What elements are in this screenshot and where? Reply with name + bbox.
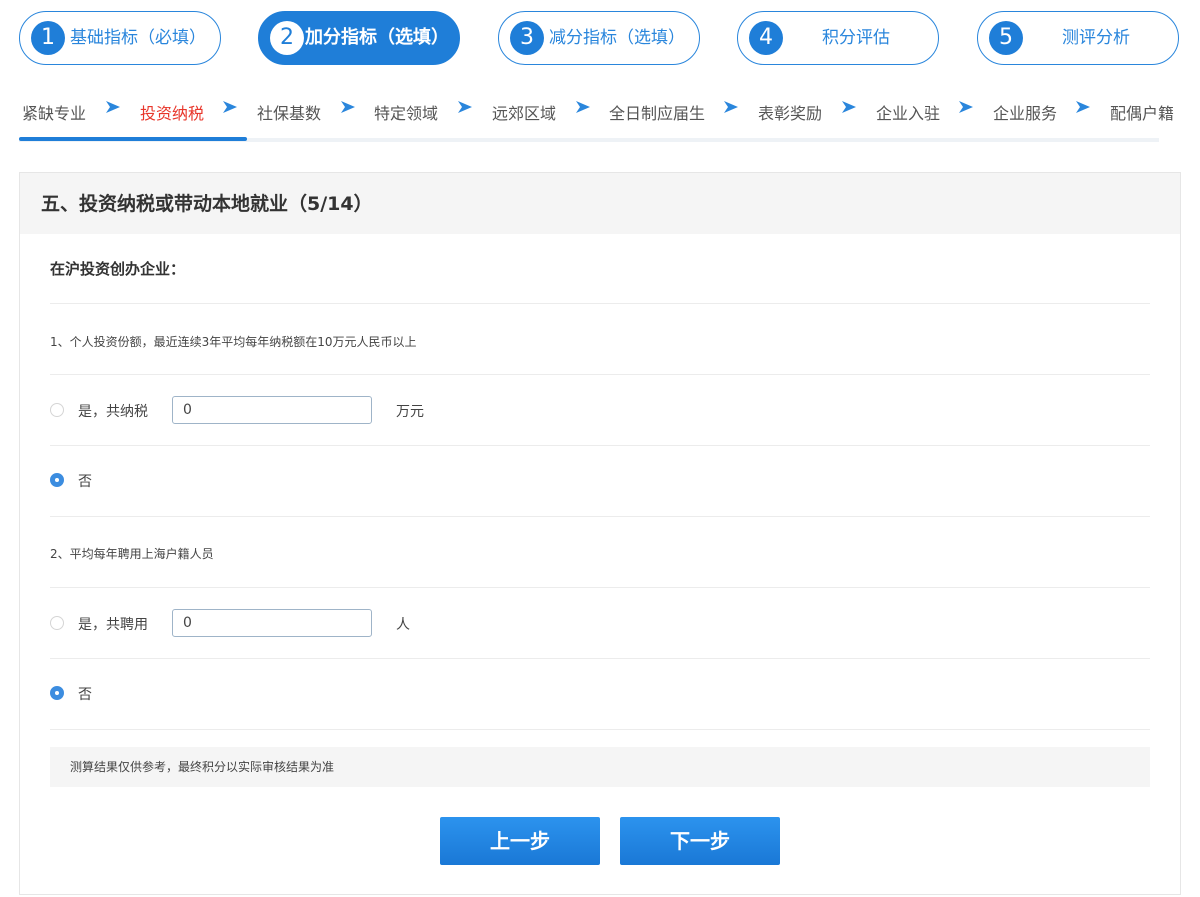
q2-unit-label: 人: [396, 617, 410, 633]
arrow-right-icon: [458, 101, 472, 113]
prev-step-button[interactable]: 上一步: [440, 817, 600, 865]
next-step-button[interactable]: 下一步: [620, 817, 780, 865]
step-label: 基础指标（必填）: [70, 28, 206, 48]
section-subtitle: 在沪投资创办企业：: [50, 260, 186, 278]
q1-unit-label: 万元: [396, 404, 424, 420]
arrow-right-icon: [1076, 101, 1090, 113]
question-1-text: 1、个人投资份额，最近连续3年平均每年纳税额在10万元人民币以上: [50, 335, 417, 349]
q2-yes-label: 是，共聘用: [78, 617, 148, 633]
divider: [50, 658, 1150, 659]
subnav-active-indicator: [19, 137, 247, 141]
q1-no-label: 否: [78, 474, 92, 490]
arrow-right-icon: [341, 101, 355, 113]
q2-employee-count-input[interactable]: [172, 609, 372, 637]
section-title: 五、投资纳税或带动本地就业（5/14）: [20, 173, 1180, 234]
indicator-card: 五、投资纳税或带动本地就业（5/14） 在沪投资创办企业： 1、个人投资份额，最…: [19, 172, 1181, 895]
q1-no-radio[interactable]: [50, 473, 64, 487]
q2-no-label: 否: [78, 687, 92, 703]
divider: [50, 445, 1150, 446]
subnav-item-awards[interactable]: 表彰奖励: [758, 100, 822, 124]
arrow-right-icon: [724, 101, 738, 113]
subnav-item-suburban-area[interactable]: 远郊区域: [492, 100, 556, 124]
q2-yes-radio[interactable]: [50, 616, 64, 630]
q2-no-radio[interactable]: [50, 686, 64, 700]
subnav-item-enterprise-settle[interactable]: 企业入驻: [876, 100, 940, 124]
divider: [50, 729, 1150, 730]
question-2-text: 2、平均每年聘用上海户籍人员: [50, 547, 214, 561]
divider: [50, 587, 1150, 588]
divider: [50, 516, 1150, 517]
arrow-right-icon: [959, 101, 973, 113]
subnav-item-shortage-major[interactable]: 紧缺专业: [22, 100, 86, 124]
step-label: 积分评估: [822, 28, 890, 48]
step-1-basic[interactable]: 1 基础指标（必填）: [19, 11, 221, 65]
step-progress: 1 基础指标（必填） 2 加分指标（选填） 3 减分指标（选填） 4 积分评估 …: [0, 0, 1200, 80]
subnav-item-fulltime-graduate[interactable]: 全日制应届生: [609, 100, 705, 124]
arrow-right-icon: [106, 101, 120, 113]
subnav-item-social-security[interactable]: 社保基数: [257, 100, 321, 124]
divider: [50, 303, 1150, 304]
step-label: 加分指标（选填）: [305, 27, 449, 48]
indicator-subnav: 紧缺专业 投资纳税 社保基数 特定领域 远郊区域 全日制应届生 表彰奖励 企业入…: [0, 90, 1200, 142]
subnav-item-specific-field[interactable]: 特定领域: [374, 100, 438, 124]
q1-yes-label: 是，共纳税: [78, 404, 148, 420]
step-label: 测评分析: [1062, 28, 1130, 48]
subnav-item-enterprise-service[interactable]: 企业服务: [993, 100, 1057, 124]
step-2-bonus[interactable]: 2 加分指标（选填）: [258, 11, 460, 65]
arrow-right-icon: [842, 101, 856, 113]
subnav-item-investment-tax[interactable]: 投资纳税: [140, 100, 204, 124]
arrow-right-icon: [576, 101, 590, 113]
step-label: 减分指标（选填）: [549, 28, 685, 48]
q1-yes-radio[interactable]: [50, 403, 64, 417]
step-3-deduction[interactable]: 3 减分指标（选填）: [498, 11, 700, 65]
divider: [50, 374, 1150, 375]
arrow-right-icon: [223, 101, 237, 113]
step-5-analysis[interactable]: 5 测评分析: [977, 11, 1179, 65]
disclaimer-note: 测算结果仅供参考，最终积分以实际审核结果为准: [50, 747, 1150, 787]
q1-tax-amount-input[interactable]: [172, 396, 372, 424]
step-4-evaluation[interactable]: 4 积分评估: [737, 11, 939, 65]
subnav-item-spouse-hukou[interactable]: 配偶户籍: [1110, 100, 1174, 124]
